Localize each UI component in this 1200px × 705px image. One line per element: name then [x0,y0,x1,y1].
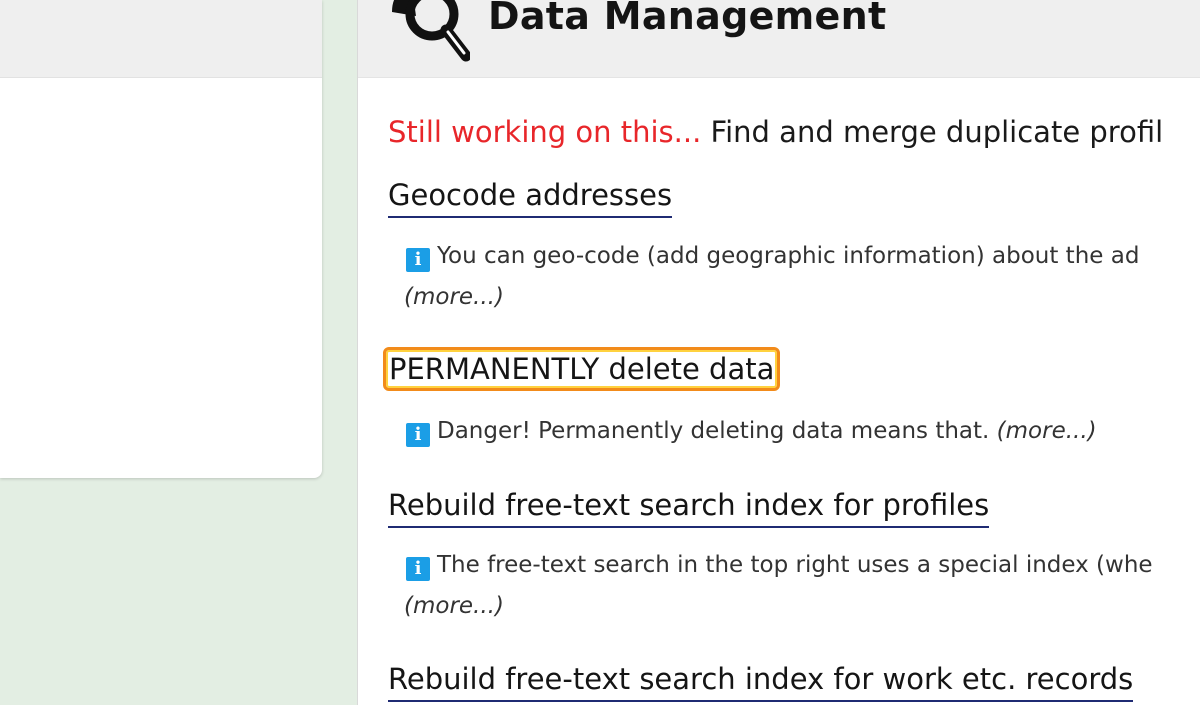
geocode-more-link[interactable]: (more...) [404,284,504,310]
permanently-delete-data-link[interactable]: PERMANENTLY delete data [383,347,781,391]
rebuild-profiles-info: i The free-text search in the top right u… [406,552,1153,581]
geocode-info-text: You can geo-code (add geographic informa… [437,243,1140,269]
info-icon: i [406,557,430,581]
left-card-header [0,0,322,78]
rebuild-profiles-more-link[interactable]: (more...) [404,593,504,619]
delete-info-text: Danger! Permanently deleting data means … [437,418,990,444]
status-notice: Still working on this... Find and merge … [388,115,1163,149]
rebuild-profiles-index-link[interactable]: Rebuild free-text search index for profi… [388,488,990,528]
rebuild-records-index-link[interactable]: Rebuild free-text search index for work … [388,662,1134,702]
delete-info: i Danger! Permanently deleting data means… [406,418,1097,447]
warning-text: Still working on this... [388,115,702,149]
info-icon: i [406,423,430,447]
magnifier-database-icon [392,0,470,62]
geocode-addresses-link[interactable]: Geocode addresses [388,178,673,218]
left-sidebar-card [0,0,322,478]
delete-more-link[interactable]: (more...) [997,418,1097,444]
page-title: Data Management [488,0,887,38]
main-panel: Data Management Still working on this...… [357,0,1200,705]
notice-text: Find and merge duplicate profil [710,115,1164,149]
info-icon: i [406,248,430,272]
page-header: Data Management [358,0,1200,78]
rebuild-profiles-info-text: The free-text search in the top right us… [437,552,1153,578]
geocode-info: i You can geo-code (add geographic inform… [406,243,1139,272]
